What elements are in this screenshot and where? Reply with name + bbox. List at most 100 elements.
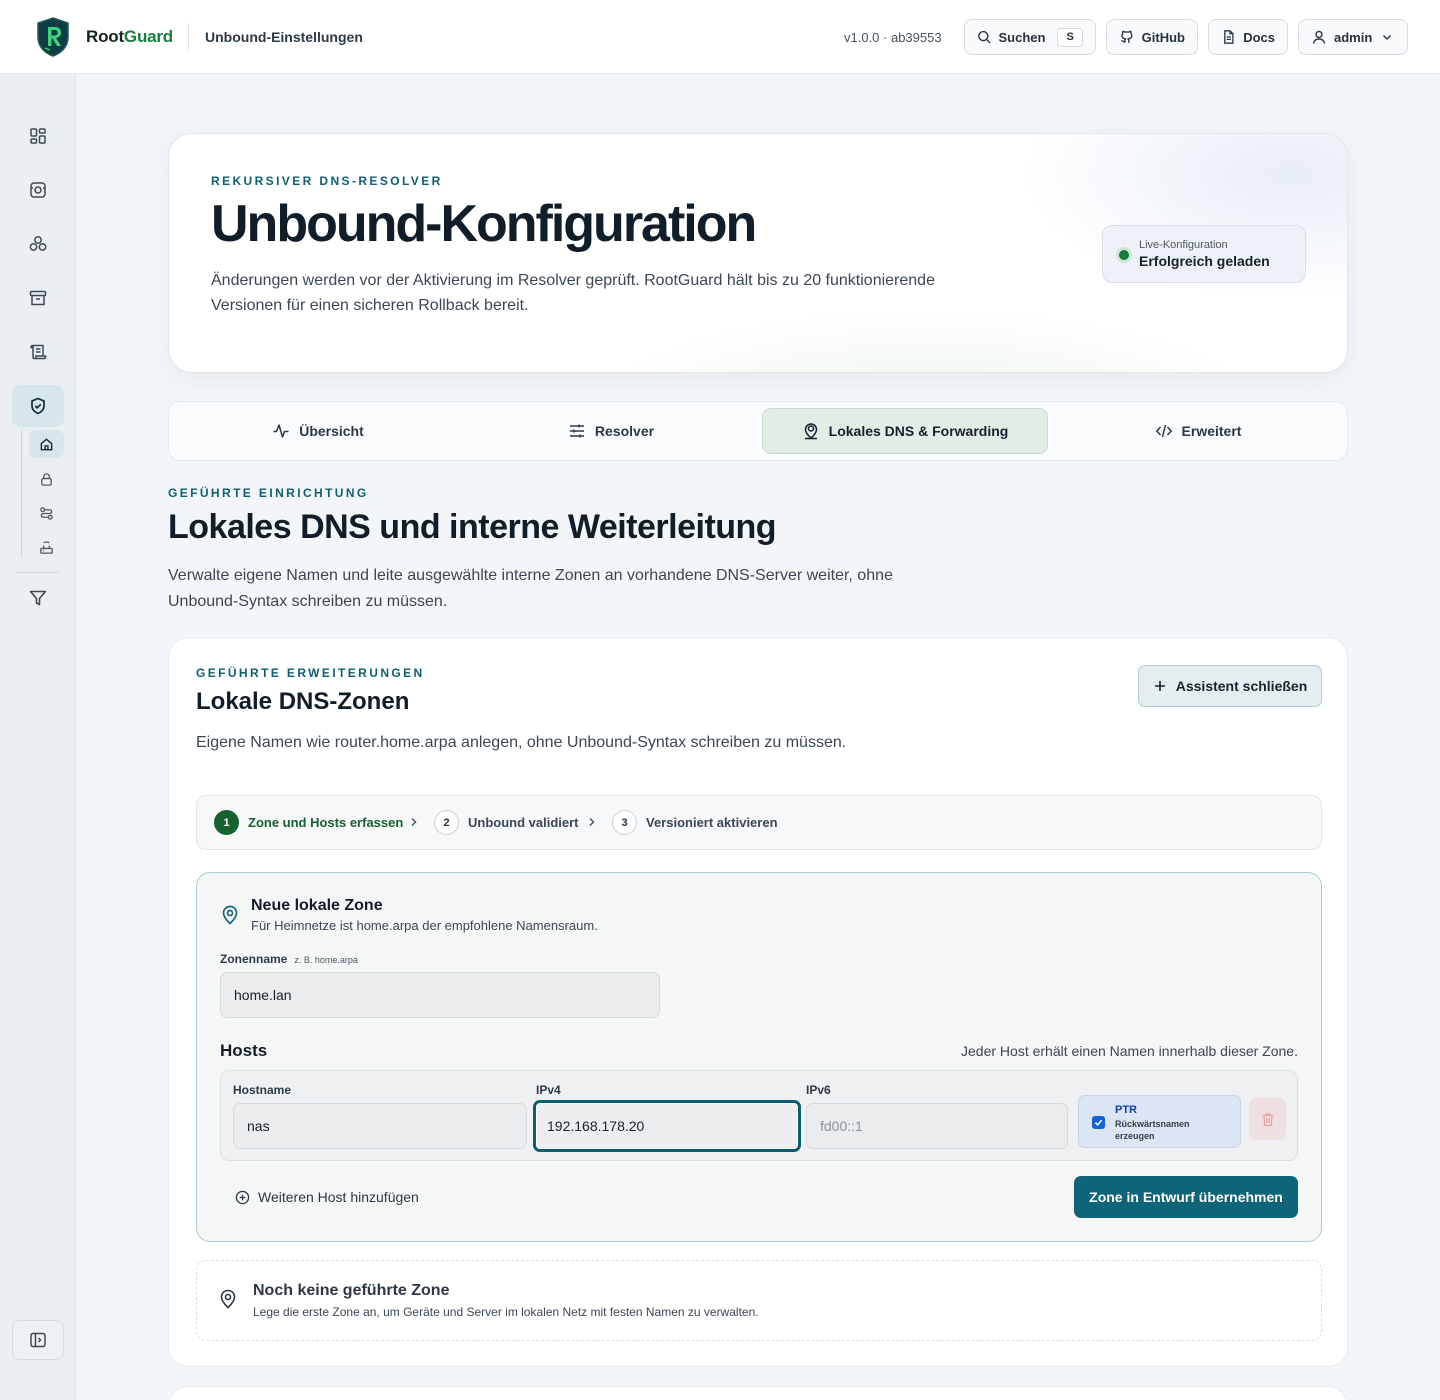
sidebar-collapse-button[interactable] xyxy=(12,1320,64,1360)
plus-icon xyxy=(1154,681,1165,691)
sidebar-item-archive[interactable] xyxy=(12,277,64,319)
plus-circle-icon xyxy=(235,1190,250,1204)
step-label: Unbound validiert xyxy=(468,815,579,830)
ipv4-input[interactable] xyxy=(533,1100,801,1152)
tab-label: Erweitert xyxy=(1181,423,1242,439)
code-icon xyxy=(1155,424,1172,438)
github-button[interactable]: GitHub xyxy=(1106,19,1198,55)
sidebar-divider xyxy=(16,572,60,573)
delete-host-button[interactable] xyxy=(1249,1098,1286,1140)
empty-state: Noch keine geführte Zone Lege die erste … xyxy=(196,1260,1322,1341)
trash-icon xyxy=(1262,1112,1273,1126)
step-label: Zone und Hosts erfassen xyxy=(248,815,404,830)
hostname-label: Hostname xyxy=(233,1083,292,1097)
tab-advanced[interactable]: Erweitert xyxy=(1055,408,1341,454)
chevron-down-icon xyxy=(1383,34,1392,41)
hero-card: Rekursiver DNS-Resolver Unbound-Konfigur… xyxy=(168,133,1348,373)
user-label: admin xyxy=(1334,29,1373,45)
empty-state-subtitle: Lege die erste Zone an, um Geräte und Se… xyxy=(253,1305,759,1319)
page-title: Unbound-Konfiguration xyxy=(211,195,757,253)
submenu-line xyxy=(21,430,22,558)
sidebar-subitem-home[interactable] xyxy=(29,430,64,458)
sidebar-item-logs[interactable] xyxy=(12,331,64,373)
apply-zone-button[interactable]: Zone in Entwurf übernehmen xyxy=(1074,1176,1298,1218)
header-divider xyxy=(188,23,189,51)
brand[interactable]: RootGuard xyxy=(36,17,173,57)
chevron-right-icon xyxy=(411,817,417,827)
router-icon xyxy=(40,540,53,554)
tab-overview[interactable]: Übersicht xyxy=(175,408,461,454)
tab-bar: Übersicht Resolver Lokales DNS & Forward… xyxy=(168,401,1348,461)
local-zones-card: Geführte Erweiterungen Lokale DNS-Zonen … xyxy=(168,637,1348,1367)
hero-description: Änderungen werden vor der Aktivierung im… xyxy=(211,272,935,314)
card-description: Eigene Namen wie router.home.arpa anlege… xyxy=(196,734,847,751)
ptr-title: PTR xyxy=(1115,1104,1137,1116)
hostname-input[interactable] xyxy=(233,1103,527,1149)
user-pin-icon xyxy=(804,423,817,440)
archive-icon xyxy=(29,290,47,306)
hosts-title: Hosts xyxy=(220,1041,268,1060)
status-dot-icon xyxy=(1119,250,1129,260)
ptr-toggle[interactable]: PTR Rückwärtsnamen erzeugen xyxy=(1078,1095,1241,1148)
ipv4-label: IPv4 xyxy=(536,1083,561,1097)
add-host-label: Weiteren Host hinzufügen xyxy=(258,1189,419,1205)
lock-icon xyxy=(41,472,52,486)
step-number: 1 xyxy=(214,810,239,835)
user-menu-button[interactable]: admin xyxy=(1298,19,1408,55)
sidebar-subitem-router[interactable] xyxy=(29,533,64,561)
map-pin-icon xyxy=(222,905,238,925)
tab-resolver[interactable]: Resolver xyxy=(468,408,754,454)
scroll-icon xyxy=(30,344,47,360)
zone-name-hint: z. B. home.arpa xyxy=(294,955,358,965)
add-host-button[interactable]: Weiteren Host hinzufügen xyxy=(235,1189,419,1205)
search-icon xyxy=(978,30,991,44)
sidebar xyxy=(0,75,76,1400)
search-shortcut: S xyxy=(1057,27,1083,47)
user-icon xyxy=(1312,30,1326,44)
sidebar-item-filter[interactable] xyxy=(12,577,64,619)
docs-label: Docs xyxy=(1243,29,1275,45)
close-assistant-button[interactable]: Assistent schließen xyxy=(1138,665,1322,707)
map-pin-icon xyxy=(220,1289,236,1309)
wizard-stepper: 1 Zone und Hosts erfassen 2 Unbound vali… xyxy=(196,795,1322,850)
tab-label: Lokales DNS & Forwarding xyxy=(828,423,1009,439)
sidebar-subitem-route[interactable] xyxy=(29,499,64,527)
search-label: Suchen xyxy=(998,29,1046,45)
sidebar-item-security[interactable] xyxy=(12,385,64,427)
filter-icon xyxy=(29,590,47,606)
sidebar-item-dashboard[interactable] xyxy=(12,115,64,157)
close-assistant-label: Assistent schließen xyxy=(1175,678,1308,694)
network-icon xyxy=(29,236,47,251)
top-bar: RootGuard Unbound-Einstellungen v1.0.0 ·… xyxy=(0,0,1440,74)
route-icon xyxy=(40,506,53,520)
sidebar-subitem-lock[interactable] xyxy=(29,465,64,493)
step-activate: 3 Versioniert aktivieren xyxy=(612,810,778,835)
step-number: 2 xyxy=(434,810,459,835)
scan-icon xyxy=(30,182,46,198)
github-icon xyxy=(1121,30,1133,43)
step-validate: 2 Unbound validiert xyxy=(434,810,579,835)
search-button[interactable]: Suchen S xyxy=(964,19,1096,55)
chevron-right-icon xyxy=(589,817,595,827)
form-subtitle: Für Heimnetze ist home.arpa der empfohle… xyxy=(251,918,598,933)
sidebar-toggle-icon xyxy=(30,1332,46,1348)
form-title: Neue lokale Zone xyxy=(251,897,383,914)
step-capture: 1 Zone und Hosts erfassen xyxy=(214,810,403,835)
sidebar-item-scan[interactable] xyxy=(12,169,64,211)
step-number: 3 xyxy=(612,810,637,835)
hero-eyebrow: Rekursiver DNS-Resolver xyxy=(211,174,443,188)
home-icon xyxy=(40,437,53,450)
live-config-label: Live-Konfiguration xyxy=(1139,239,1228,251)
zone-name-input[interactable] xyxy=(220,972,660,1018)
ptr-checkbox[interactable] xyxy=(1092,1116,1105,1129)
dashboard-icon xyxy=(30,128,46,144)
sidebar-item-network[interactable] xyxy=(12,223,64,265)
section-eyebrow: Geführte Einrichtung xyxy=(168,486,369,500)
version-label: v1.0.0 · ab39553 xyxy=(844,30,942,45)
sliders-icon xyxy=(569,424,584,438)
ipv6-input[interactable] xyxy=(806,1103,1068,1149)
card-eyebrow: Geführte Erweiterungen xyxy=(196,666,425,680)
docs-button[interactable]: Docs xyxy=(1208,19,1288,55)
tab-local-dns[interactable]: Lokales DNS & Forwarding xyxy=(762,408,1048,454)
section-title: Lokales DNS und interne Weiterleitung xyxy=(168,508,777,546)
